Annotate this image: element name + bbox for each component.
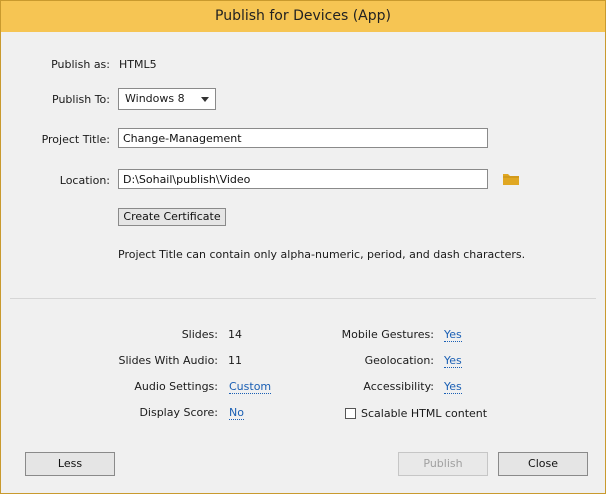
project-title-input[interactable]: Change-Management — [118, 128, 488, 148]
scalable-html-label: Scalable HTML content — [361, 407, 488, 420]
less-button[interactable]: Less — [25, 452, 115, 476]
display-score-label: Display Score: — [139, 406, 218, 419]
folder-icon[interactable] — [502, 172, 520, 186]
slides-label: Slides: — [181, 328, 218, 341]
publish-to-value: Windows 8 — [125, 92, 185, 105]
publish-to-select[interactable]: Windows 8 — [118, 88, 216, 110]
accessibility-link[interactable]: Yes — [444, 380, 462, 394]
publish-to-label: Publish To: — [52, 93, 110, 106]
publish-button[interactable]: Publish — [398, 452, 488, 476]
display-score-link[interactable]: No — [229, 406, 244, 420]
project-title-label: Project Title: — [41, 133, 110, 146]
dialog-title: Publish for Devices (App) — [1, 1, 605, 32]
mobile-gestures-link[interactable]: Yes — [444, 328, 462, 342]
slides-with-audio-label: Slides With Audio: — [118, 354, 218, 367]
slides-value: 14 — [228, 328, 242, 341]
dialog-body: Publish as: HTML5 Publish To: Windows 8 … — [10, 32, 596, 487]
publish-as-value: HTML5 — [119, 58, 157, 71]
project-title-hint: Project Title can contain only alpha-num… — [118, 248, 526, 261]
accessibility-label: Accessibility: — [363, 380, 434, 393]
audio-settings-label: Audio Settings: — [134, 380, 218, 393]
slides-with-audio-value: 11 — [228, 354, 242, 367]
location-label: Location: — [59, 174, 110, 187]
chevron-down-icon — [201, 97, 209, 102]
mobile-gestures-label: Mobile Gestures: — [341, 328, 434, 341]
geolocation-link[interactable]: Yes — [444, 354, 462, 368]
audio-settings-link[interactable]: Custom — [229, 380, 272, 394]
publish-as-label: Publish as: — [51, 58, 110, 71]
geolocation-label: Geolocation: — [364, 354, 434, 367]
close-button[interactable]: Close — [498, 452, 588, 476]
publish-dialog: Publish for Devices (App) Publish as: HT… — [0, 0, 606, 494]
scalable-html-checkbox[interactable] — [345, 408, 356, 419]
create-certificate-button[interactable]: Create Certificate — [118, 208, 226, 226]
section-divider — [10, 298, 596, 299]
location-input[interactable]: D:\Sohail\publish\Video — [118, 169, 488, 189]
